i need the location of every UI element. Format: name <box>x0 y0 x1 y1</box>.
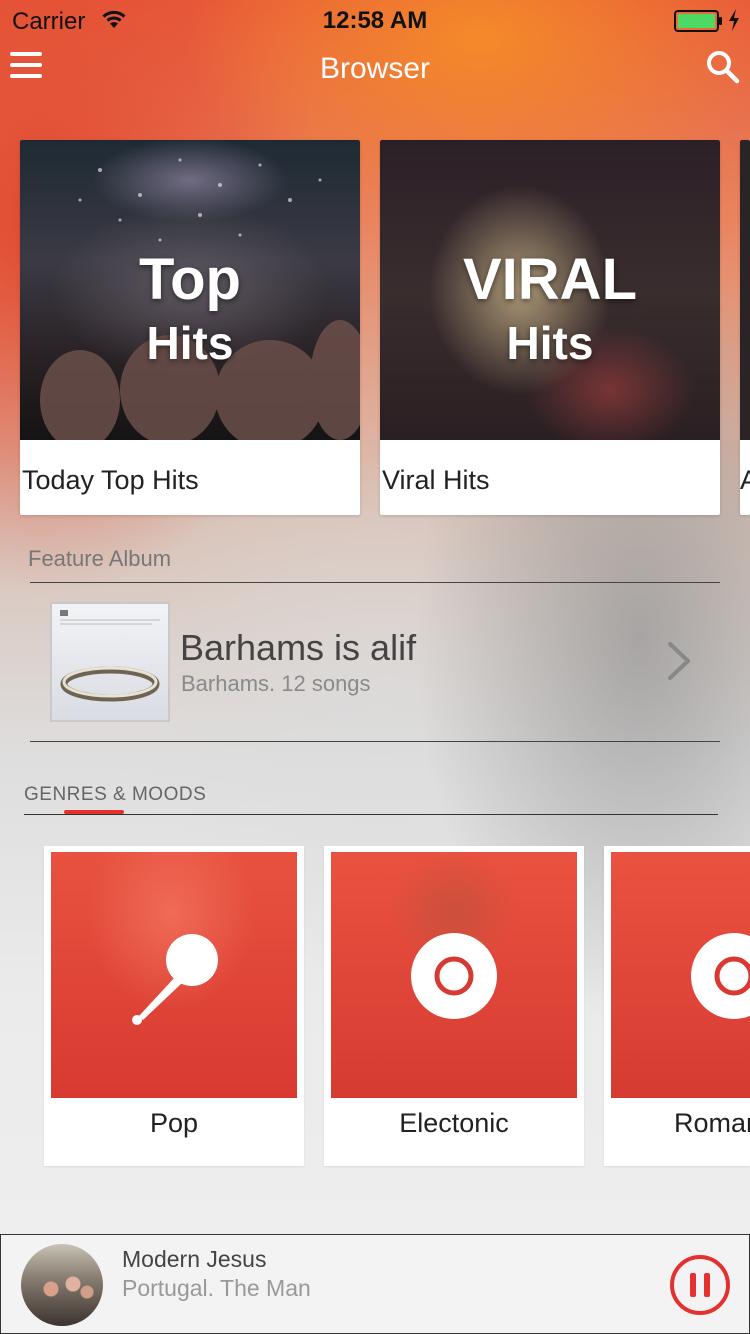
concert-crowd-image: Top Hits <box>20 140 360 440</box>
now-playing-artist: Portugal. The Man <box>122 1275 311 1301</box>
genre-label: Roman <box>674 1108 750 1138</box>
ring-icon <box>60 610 160 702</box>
search-icon[interactable] <box>706 50 740 84</box>
album-cover-ring-image <box>50 602 170 722</box>
playlist-card-viral-hits[interactable]: VIRAL Hits Viral Hits <box>380 140 720 515</box>
card-art-title: Top <box>139 247 241 312</box>
now-playing-artwork <box>21 1244 103 1326</box>
genre-card-pop[interactable]: Pop <box>44 846 304 1166</box>
playlist-card-partial[interactable]: A <box>740 140 750 515</box>
genre-label: Electonic <box>399 1108 509 1138</box>
genres-heading: GENRES & MOODS <box>24 784 207 805</box>
card-art-subtitle: Hits <box>146 317 234 369</box>
playlist-label: Viral Hits <box>382 465 490 495</box>
playlist-card-top-hits[interactable]: Top Hits Today Top Hits <box>20 140 360 515</box>
pause-icon[interactable] <box>669 1254 731 1316</box>
mini-player[interactable]: Modern Jesus Portugal. The Man <box>0 1234 750 1334</box>
chevron-right-icon <box>668 642 690 680</box>
page-title: Browser <box>319 52 431 85</box>
genre-image-pop <box>51 852 297 1098</box>
status-bar: Carrier 12:58 AM <box>0 0 750 40</box>
feature-album-heading: Feature Album <box>28 546 172 571</box>
navigation-bar: Browser <box>0 40 750 100</box>
card-art-subtitle: Hits <box>506 317 594 369</box>
partial-card-image <box>740 140 750 440</box>
playlist-label: A <box>740 465 750 495</box>
genre-card-romance[interactable]: Roman <box>604 846 750 1166</box>
genre-card-electronic[interactable]: Electonic <box>324 846 584 1166</box>
now-playing-title: Modern Jesus <box>122 1246 267 1272</box>
charging-bolt-icon <box>729 9 739 31</box>
microphone-icon <box>132 934 218 1025</box>
card-art-title: VIRAL <box>463 247 637 312</box>
genre-image-electronic <box>331 852 577 1098</box>
vinyl-disc-icon <box>691 933 750 1019</box>
playlist-label: Today Top Hits <box>22 465 199 495</box>
divider <box>24 814 718 815</box>
feature-album-row[interactable]: Barhams is alif Barhams. 12 songs <box>30 583 720 741</box>
status-time: 12:58 AM <box>322 7 428 34</box>
viral-girl-image: VIRAL Hits <box>380 140 720 440</box>
genres-tab-indicator <box>64 810 124 814</box>
album-title: Barhams is alif <box>180 627 417 668</box>
album-subtitle: Barhams. 12 songs <box>181 671 371 696</box>
genre-image-romance <box>611 852 750 1098</box>
battery-icon <box>674 10 722 32</box>
vinyl-disc-icon <box>411 933 497 1019</box>
divider <box>30 741 720 742</box>
genre-label: Pop <box>149 1108 199 1138</box>
